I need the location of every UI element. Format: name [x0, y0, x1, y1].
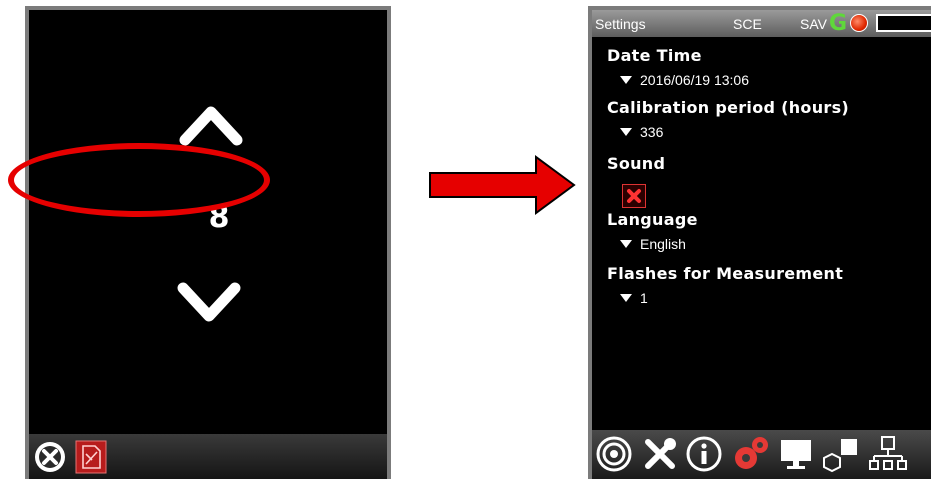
monitor-icon[interactable]	[776, 434, 816, 474]
gears-icon[interactable]	[730, 434, 770, 474]
tools-icon[interactable]	[640, 434, 680, 474]
chevron-down-icon[interactable]	[177, 280, 241, 324]
screen-title: Settings	[595, 16, 646, 32]
flashes-value[interactable]: 1	[620, 290, 648, 306]
arrow-right-icon	[429, 155, 576, 215]
status-led-icon	[850, 14, 868, 32]
document-icon[interactable]	[75, 440, 107, 474]
right-screen: Settings SCE SAV G Date Time 2016/06/19 …	[592, 10, 931, 479]
info-icon[interactable]	[684, 434, 724, 474]
sound-label: Sound	[607, 154, 666, 173]
calibration-period-label: Calibration period (hours)	[607, 98, 850, 117]
dropdown-arrow-icon	[620, 294, 632, 303]
shapes-icon[interactable]	[822, 434, 862, 474]
language-value[interactable]: English	[620, 236, 686, 252]
right-device-frame: Settings SCE SAV G Date Time 2016/06/19 …	[588, 6, 931, 479]
target-icon[interactable]	[594, 434, 634, 474]
highlight-ellipse	[8, 143, 270, 217]
dropdown-arrow-icon	[620, 128, 632, 137]
mode-indicator: SCE	[733, 16, 762, 32]
dropdown-arrow-icon	[620, 76, 632, 85]
battery-icon	[876, 14, 931, 32]
bottom-toolbar	[592, 430, 931, 479]
network-icon[interactable]	[868, 434, 908, 474]
left-bottom-bar	[29, 434, 387, 479]
flashes-label: Flashes for Measurement	[607, 264, 844, 283]
dropdown-arrow-icon	[620, 240, 632, 249]
save-indicator: SAV	[800, 16, 827, 32]
close-circle-icon[interactable]	[33, 440, 67, 474]
status-letter: G	[829, 11, 848, 36]
x-mark-icon	[627, 189, 641, 203]
calibration-period-value[interactable]: 336	[620, 124, 663, 140]
status-bar: Settings SCE SAV G	[592, 10, 931, 37]
chevron-up-icon[interactable]	[179, 102, 243, 146]
left-device-frame: 8	[25, 6, 391, 479]
sound-checkbox[interactable]	[622, 184, 646, 208]
left-screen: 8	[29, 10, 387, 434]
date-time-label: Date Time	[607, 46, 702, 65]
date-time-value[interactable]: 2016/06/19 13:06	[620, 72, 749, 88]
language-label: Language	[607, 210, 698, 229]
